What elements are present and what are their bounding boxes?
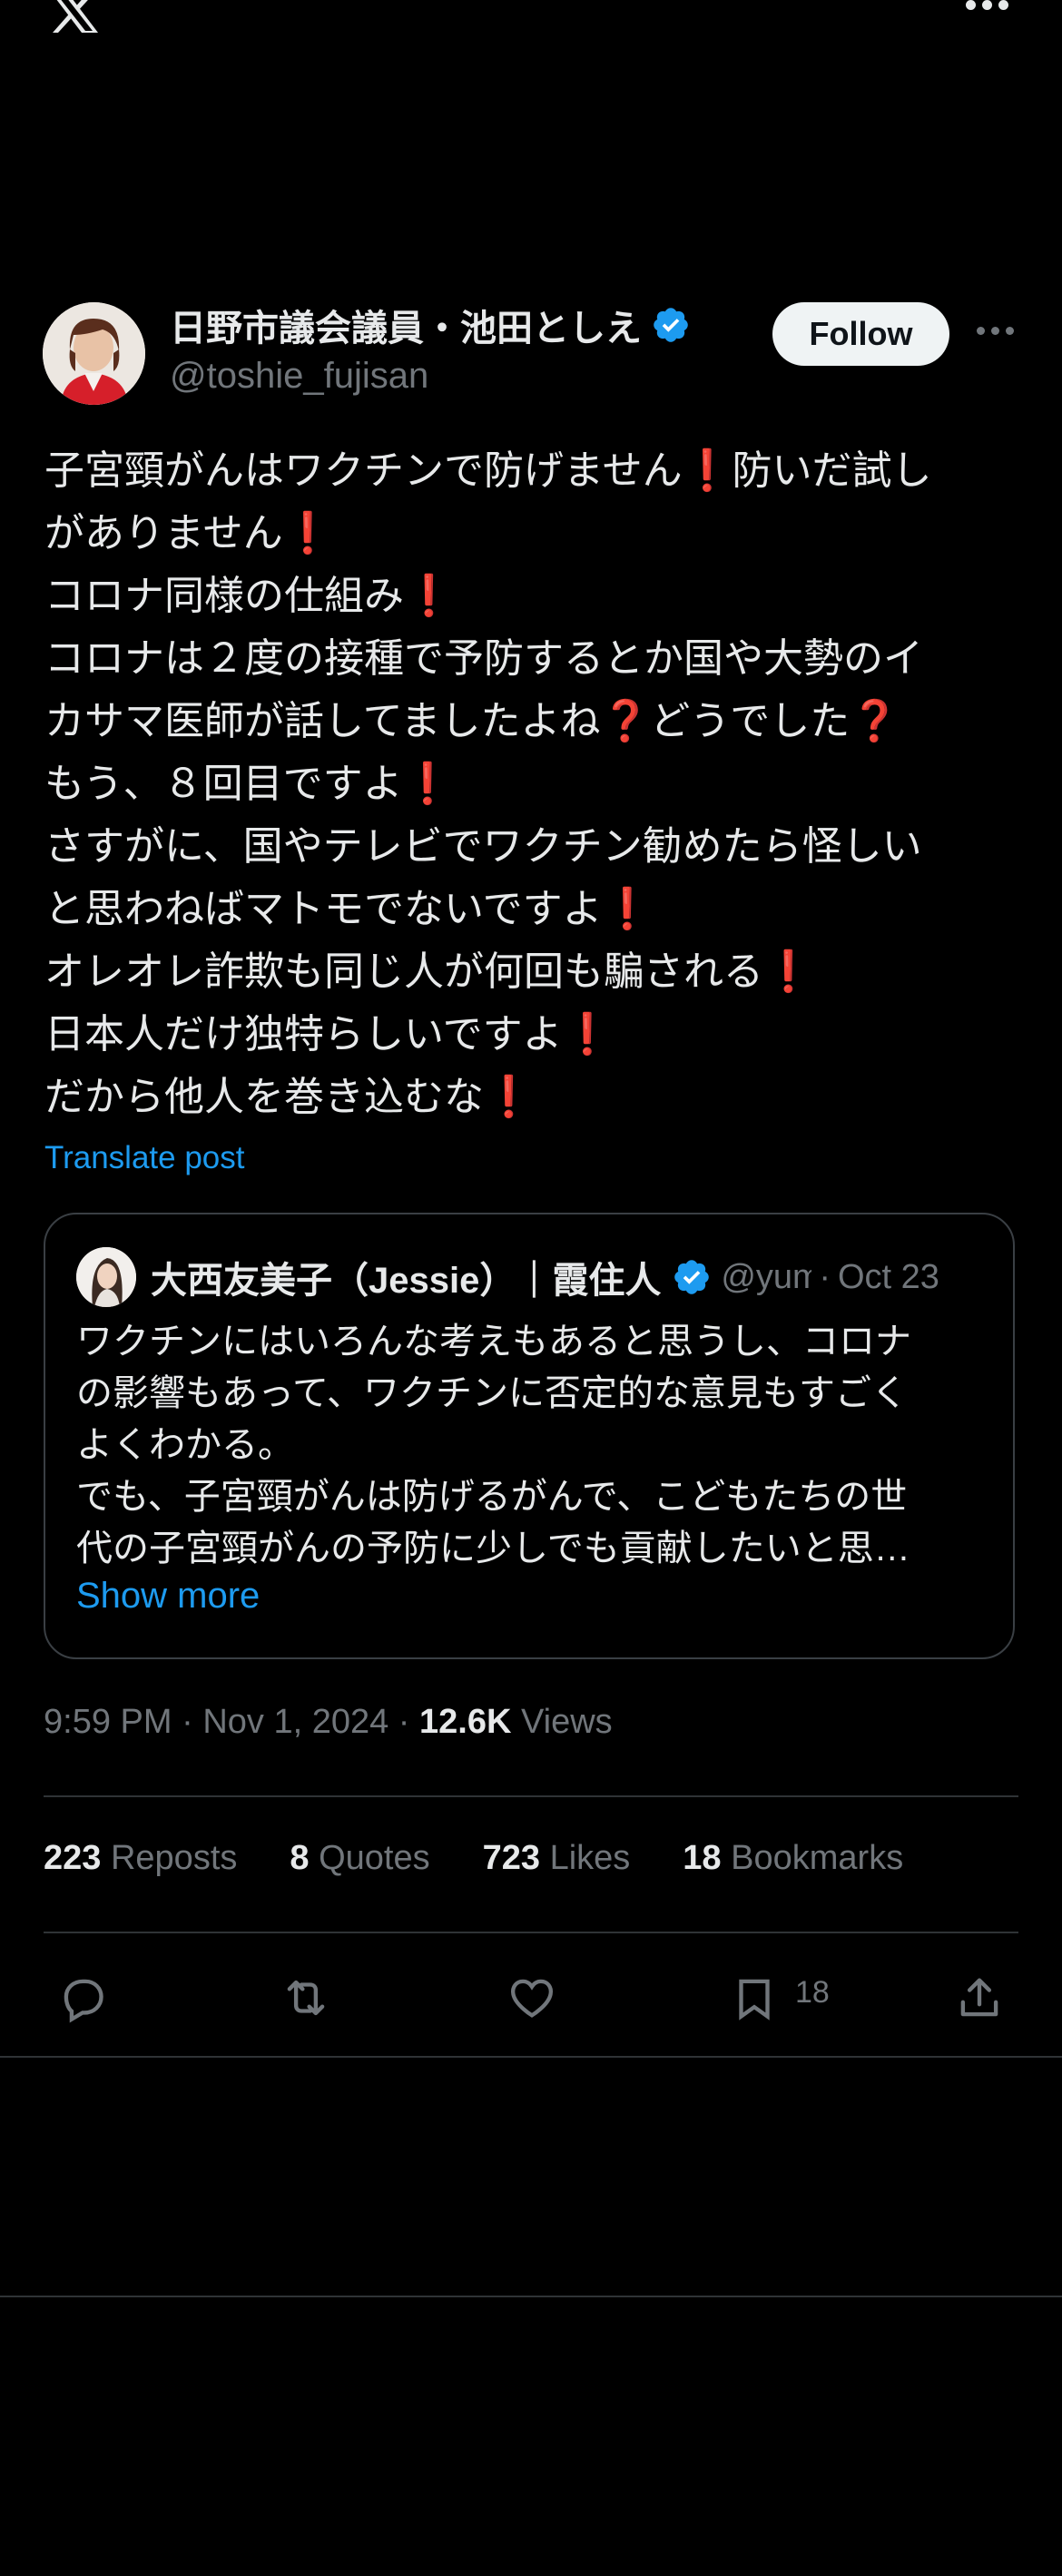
divider bbox=[44, 1932, 1018, 1933]
follow-button[interactable]: Follow bbox=[772, 302, 949, 366]
quoted-author-avatar[interactable] bbox=[76, 1247, 136, 1307]
quoted-line: 代の子宮頸がんの予防に少しでも貢献したいと思… bbox=[76, 1529, 910, 1568]
quoted-tweet-card[interactable]: 大西友美子（Jessie）｜霞住人 @yum · Oct 23 ワクチンにはいろ… bbox=[44, 1213, 1015, 1659]
quoted-line: の影響もあって、ワクチンに否定的な意見もすごく bbox=[76, 1373, 908, 1413]
tweet-text: 子宮頸がんはワクチンで防げません❗防いだ試し がありません❗ コロナ同様の仕組み… bbox=[44, 439, 1025, 1128]
quoted-line: よくわかる。 bbox=[76, 1425, 294, 1465]
translate-post-link[interactable]: Translate post bbox=[44, 1140, 244, 1176]
quoted-line: でも、子宮頸がんは防げるがんで、こどもたちの世 bbox=[76, 1477, 908, 1517]
tweet-line: だから他人を巻き込むな❗ bbox=[44, 1075, 534, 1119]
verified-badge-icon bbox=[654, 308, 688, 342]
quoted-text: ワクチンにはいろんな考えもあると思うし、コロナ の影響もあって、ワクチンに否定的… bbox=[76, 1316, 984, 1575]
x-logo-icon[interactable] bbox=[44, 0, 102, 34]
meta-separator: · bbox=[398, 1703, 410, 1741]
share-icon[interactable] bbox=[953, 1971, 1006, 2029]
tweet-line: と思わねばマトモでないですよ❗ bbox=[44, 887, 653, 931]
divider bbox=[0, 2056, 1062, 2058]
quoted-line: ワクチンにはいろんな考えもあると思うし、コロナ bbox=[76, 1322, 911, 1362]
action-bar bbox=[0, 1961, 1062, 2033]
tweet-meta: 9:59 PM · Nov 1, 2024 · 12.6K Views bbox=[44, 1703, 613, 1742]
author-display-name[interactable]: 日野市議会議員・池田としえ bbox=[170, 299, 642, 351]
reposts-stat[interactable]: 223 Reposts bbox=[44, 1839, 237, 1878]
quoted-date: Oct 23 bbox=[838, 1257, 939, 1296]
show-more-link[interactable]: Show more bbox=[76, 1576, 260, 1617]
more-horizontal-icon[interactable] bbox=[966, 0, 1009, 13]
tweet-more-icon[interactable] bbox=[977, 327, 1017, 338]
quotes-stat[interactable]: 8 Quotes bbox=[290, 1839, 429, 1878]
tweet-date[interactable]: Nov 1, 2024 bbox=[202, 1703, 388, 1741]
tweet-line: がありません❗ bbox=[44, 511, 333, 556]
tweet-line: もう、８回目ですよ❗ bbox=[44, 762, 453, 806]
heart-icon[interactable] bbox=[506, 1971, 558, 2029]
author-avatar[interactable] bbox=[43, 302, 145, 405]
quoted-display-name: 大西友美子（Jessie）｜霞住人 bbox=[151, 1261, 662, 1301]
bookmarks-stat[interactable]: 18 Bookmarks bbox=[683, 1839, 903, 1878]
meta-separator: · bbox=[182, 1703, 193, 1741]
tweet-line: コロナ同様の仕組み❗ bbox=[44, 574, 454, 618]
divider bbox=[0, 2296, 1062, 2297]
divider bbox=[44, 1795, 1018, 1797]
top-bar bbox=[0, 0, 1062, 36]
tweet-line: コロナは２度の接種で予防するとか国や大勢のイ bbox=[44, 636, 923, 681]
tweet-line: オレオレ詐欺も同じ人が何回も騙される❗ bbox=[44, 949, 813, 994]
reply-icon[interactable] bbox=[56, 1971, 109, 2029]
engagement-stats: 223 Reposts 8 Quotes 723 Likes 18 Bookma… bbox=[44, 1839, 956, 1878]
tweet-line: さすがに、国やテレビでワクチン勧めたら怪しい bbox=[44, 824, 922, 869]
views-count: 12.6K bbox=[419, 1703, 512, 1741]
tweet-line: カサマ医師が話してましたよね❓どうでした❓ bbox=[44, 699, 900, 743]
bookmark-count: 18 bbox=[795, 1975, 830, 2010]
tweet-time[interactable]: 9:59 PM bbox=[44, 1703, 172, 1741]
bookmark-icon[interactable] bbox=[728, 1971, 781, 2029]
quoted-separator: · bbox=[819, 1257, 831, 1296]
tweet-line: 子宮頸がんはワクチンで防げません❗防いだ試し bbox=[44, 448, 932, 493]
likes-stat[interactable]: 723 Likes bbox=[483, 1839, 631, 1878]
verified-badge-icon bbox=[674, 1260, 710, 1294]
quoted-header: 大西友美子（Jessie）｜霞住人 @yum · Oct 23 bbox=[151, 1249, 1004, 1305]
author-handle[interactable]: @toshie_fujisan bbox=[170, 356, 428, 397]
repost-icon[interactable] bbox=[280, 1971, 332, 2029]
quoted-handle: @yum bbox=[721, 1257, 812, 1296]
tweet-line: 日本人だけ独特らしいですよ❗ bbox=[44, 1012, 613, 1057]
views-label: Views bbox=[520, 1703, 613, 1741]
author-name-row: 日野市議会議員・池田としえ bbox=[170, 298, 691, 352]
